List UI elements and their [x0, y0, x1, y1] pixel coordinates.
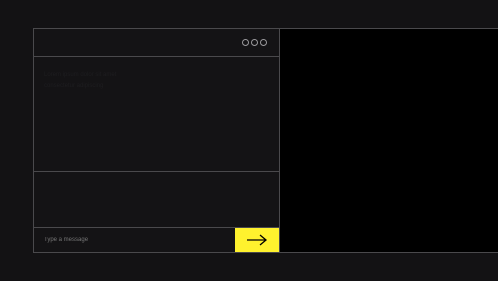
dot	[242, 39, 249, 46]
more-dots-icon[interactable]	[242, 39, 267, 46]
submit-button[interactable]	[235, 228, 279, 252]
message-input[interactable]	[34, 228, 235, 252]
chat-panel: Lorem ipsum dolor sit amet consectetur a…	[34, 29, 280, 252]
dot	[251, 39, 258, 46]
app-frame: Lorem ipsum dolor sit amet consectetur a…	[33, 28, 498, 253]
message-area: Lorem ipsum dolor sit amet consectetur a…	[34, 57, 279, 172]
message-line: consectetur adipiscing	[44, 83, 104, 89]
dot	[260, 39, 267, 46]
panel-header	[34, 29, 279, 57]
arrow-right-icon	[247, 234, 268, 246]
input-row	[34, 228, 279, 252]
message-line: Lorem ipsum dolor sit amet	[44, 72, 117, 78]
preview-panel	[280, 29, 498, 252]
secondary-area	[34, 172, 279, 228]
